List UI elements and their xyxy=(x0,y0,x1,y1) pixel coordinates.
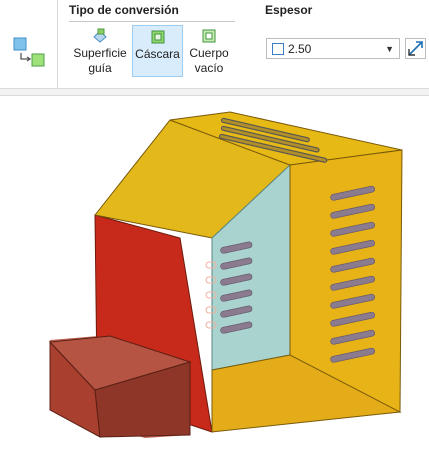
thickness-icon xyxy=(272,42,284,55)
conversion-type-title: Tipo de conversión xyxy=(69,3,179,17)
flip-direction-button[interactable] xyxy=(405,38,426,59)
hollow-body-icon xyxy=(202,29,216,43)
thickness-value: 2.50 xyxy=(288,41,312,56)
surface-icon xyxy=(93,28,107,43)
hollow-body-label-1: Cuerpo xyxy=(189,46,229,60)
conversion-type-divider xyxy=(69,21,235,22)
shell-label: Cáscara xyxy=(135,47,180,61)
model-viewport[interactable] xyxy=(0,97,429,452)
thickness-title: Espesor xyxy=(265,3,313,17)
surface-guide-button[interactable]: Superficie guía xyxy=(69,25,131,77)
shell-button[interactable]: Cáscara xyxy=(132,25,183,77)
shell-model xyxy=(48,111,403,438)
ribbon-toolbar: Tipo de conversión Superficie guía Cásca… xyxy=(0,0,429,88)
ribbon-left-panel xyxy=(0,0,58,88)
ribbon-footer-bar xyxy=(0,88,429,96)
shell-icon xyxy=(151,30,164,44)
hollow-body-button[interactable]: Cuerpo vacío xyxy=(185,25,233,77)
hollow-body-label-2: vacío xyxy=(194,61,224,75)
flip-direction-icon xyxy=(408,41,423,56)
surface-guide-label-1: Superficie xyxy=(73,46,127,60)
chevron-down-icon[interactable]: ▼ xyxy=(385,44,394,54)
thickness-input[interactable]: 2.50 ▼ xyxy=(266,38,400,59)
convert-body-icon[interactable] xyxy=(11,36,49,70)
surface-guide-label-2: guía xyxy=(88,61,112,75)
